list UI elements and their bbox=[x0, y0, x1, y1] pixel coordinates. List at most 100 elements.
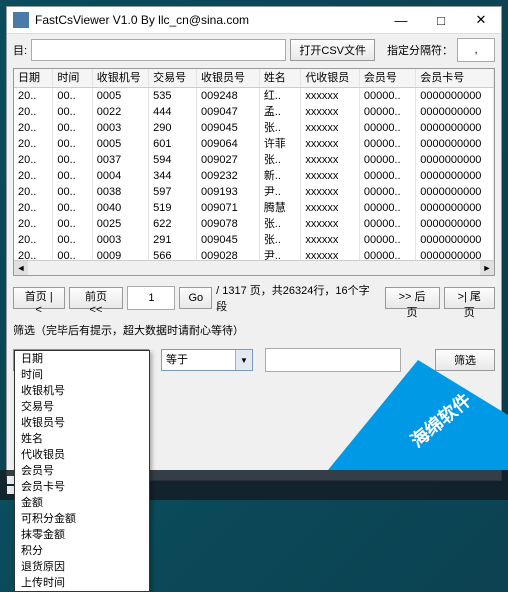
separator-input[interactable] bbox=[457, 38, 495, 62]
table-cell: 009232 bbox=[197, 168, 260, 184]
next-page-button[interactable]: >> 后页 bbox=[385, 287, 440, 309]
filter-operator-combo[interactable]: 等于 ▼ bbox=[161, 349, 253, 371]
filter-button[interactable]: 筛选 bbox=[435, 349, 495, 371]
first-page-button[interactable]: 首页 |< bbox=[13, 287, 65, 309]
last-page-button[interactable]: >| 尾页 bbox=[444, 287, 496, 309]
table-cell: 0025 bbox=[92, 216, 148, 232]
dropdown-item[interactable]: 收银机号 bbox=[15, 383, 149, 399]
watermark-text: 海绵软件 bbox=[404, 387, 476, 453]
column-header[interactable]: 代收银员 bbox=[301, 69, 360, 88]
window-controls: — □ ✕ bbox=[381, 7, 501, 33]
dropdown-item[interactable]: 退货原因 bbox=[15, 559, 149, 575]
table-cell: 0000000000 bbox=[416, 136, 494, 152]
scroll-right-arrow[interactable]: ► bbox=[480, 261, 494, 275]
table-row[interactable]: 20..00..0025622009078张..xxxxxx00000..000… bbox=[14, 216, 494, 232]
table-cell: 0038 bbox=[92, 184, 148, 200]
dropdown-item[interactable]: 姓名 bbox=[15, 431, 149, 447]
table-cell: 00.. bbox=[53, 216, 92, 232]
horizontal-scrollbar[interactable]: ◄ ► bbox=[14, 260, 494, 275]
filter-value-input[interactable] bbox=[265, 348, 401, 372]
table-cell: 20.. bbox=[14, 168, 53, 184]
table-cell: 622 bbox=[149, 216, 197, 232]
table-cell: 0022 bbox=[92, 104, 148, 120]
column-header[interactable]: 会员号 bbox=[359, 69, 415, 88]
table-cell: 009045 bbox=[197, 232, 260, 248]
dropdown-item[interactable]: 可积分金额 bbox=[15, 511, 149, 527]
maximize-button[interactable]: □ bbox=[421, 7, 461, 33]
table-cell: 00000.. bbox=[359, 152, 415, 168]
page-number-input[interactable] bbox=[127, 286, 175, 310]
table-cell: xxxxxx bbox=[301, 136, 360, 152]
table-cell: 20.. bbox=[14, 152, 53, 168]
table-cell: 00000.. bbox=[359, 88, 415, 105]
column-header[interactable]: 姓名 bbox=[259, 69, 301, 88]
table-cell: 00000.. bbox=[359, 104, 415, 120]
dropdown-item[interactable]: 抹零金额 bbox=[15, 527, 149, 543]
table-cell: 00.. bbox=[53, 184, 92, 200]
column-header[interactable]: 会员卡号 bbox=[416, 69, 494, 88]
table-row[interactable]: 20..00..0040519009071腾慧xxxxxx00000..0000… bbox=[14, 200, 494, 216]
table-cell: 20.. bbox=[14, 184, 53, 200]
table-cell: 0004 bbox=[92, 168, 148, 184]
scroll-left-arrow[interactable]: ◄ bbox=[14, 261, 28, 275]
separator-label: 指定分隔符： bbox=[387, 42, 453, 58]
page-info: / 1317 页，共26324行，16个字段 bbox=[216, 282, 376, 314]
table-cell: 20.. bbox=[14, 200, 53, 216]
dropdown-item[interactable]: 会员卡号 bbox=[15, 479, 149, 495]
table-row[interactable]: 20..00..0038597009193尹..xxxxxx00000..000… bbox=[14, 184, 494, 200]
titlebar: FastCsViewer V1.0 By llc_cn@sina.com — □… bbox=[7, 7, 501, 34]
table-row[interactable]: 20..00..0022444009047孟..xxxxxx00000..000… bbox=[14, 104, 494, 120]
table-row[interactable]: 20..00..0037594009027张..xxxxxx00000..000… bbox=[14, 152, 494, 168]
go-button[interactable]: Go bbox=[179, 287, 212, 309]
column-header[interactable]: 时间 bbox=[53, 69, 92, 88]
table-cell: 20.. bbox=[14, 88, 53, 105]
table-row[interactable]: 20..00..0004344009232新..xxxxxx00000..000… bbox=[14, 168, 494, 184]
table-cell: 0000000000 bbox=[416, 88, 494, 105]
table-cell: 00.. bbox=[53, 152, 92, 168]
table-cell: 594 bbox=[149, 152, 197, 168]
dropdown-item[interactable]: 积分 bbox=[15, 543, 149, 559]
table-cell: 009047 bbox=[197, 104, 260, 120]
table-cell: 张.. bbox=[259, 216, 301, 232]
close-button[interactable]: ✕ bbox=[461, 7, 501, 33]
column-header[interactable]: 日期 bbox=[14, 69, 53, 88]
table-row[interactable]: 20..00..0005601009064许菲xxxxxx00000..0000… bbox=[14, 136, 494, 152]
table-cell: 红.. bbox=[259, 88, 301, 105]
table-cell: 00000.. bbox=[359, 184, 415, 200]
open-csv-button[interactable]: 打开CSV文件 bbox=[290, 39, 375, 61]
table-cell: 00.. bbox=[53, 200, 92, 216]
prev-page-button[interactable]: 前页 << bbox=[69, 287, 124, 309]
column-header[interactable]: 收银员号 bbox=[197, 69, 260, 88]
dropdown-item[interactable]: 代收银员 bbox=[15, 447, 149, 463]
dropdown-item[interactable]: 时间 bbox=[15, 367, 149, 383]
table-cell: 孟.. bbox=[259, 104, 301, 120]
table-cell: 20.. bbox=[14, 120, 53, 136]
table-cell: 535 bbox=[149, 88, 197, 105]
table-cell: 00000.. bbox=[359, 232, 415, 248]
table-cell: 0003 bbox=[92, 232, 148, 248]
table-row[interactable]: 20..00..0003291009045张..xxxxxx00000..000… bbox=[14, 232, 494, 248]
table-row[interactable]: 20..00..0003290009045张..xxxxxx00000..000… bbox=[14, 120, 494, 136]
dropdown-item[interactable]: 收银员号 bbox=[15, 415, 149, 431]
filter-field-dropdown[interactable]: 日期时间收银机号交易号收银员号姓名代收银员会员号会员卡号金额可积分金额抹零金额积… bbox=[14, 350, 150, 592]
table-row[interactable]: 20..00..0005535009248红..xxxxxx00000..000… bbox=[14, 88, 494, 105]
table-cell: 20.. bbox=[14, 136, 53, 152]
dropdown-item[interactable]: 交易号 bbox=[15, 399, 149, 415]
table-cell: 444 bbox=[149, 104, 197, 120]
pagination: 首页 |< 前页 << Go / 1317 页，共26324行，16个字段 >>… bbox=[7, 276, 501, 320]
column-header[interactable]: 收银机号 bbox=[92, 69, 148, 88]
table-cell: 00.. bbox=[53, 168, 92, 184]
dropdown-item[interactable]: 上传时间 bbox=[15, 575, 149, 591]
table-cell: 00000.. bbox=[359, 200, 415, 216]
table-cell: 0000000000 bbox=[416, 232, 494, 248]
dropdown-item[interactable]: 日期 bbox=[15, 351, 149, 367]
table-cell: 00000.. bbox=[359, 168, 415, 184]
dropdown-item[interactable]: 会员号 bbox=[15, 463, 149, 479]
filter-hint: 筛选（完毕后有提示，超大数据时请耐心等待） bbox=[7, 320, 501, 344]
table-cell: 20.. bbox=[14, 104, 53, 120]
dropdown-item[interactable]: 金额 bbox=[15, 495, 149, 511]
minimize-button[interactable]: — bbox=[381, 7, 421, 33]
table-cell: 0000000000 bbox=[416, 168, 494, 184]
column-header[interactable]: 交易号 bbox=[149, 69, 197, 88]
file-path-input[interactable] bbox=[31, 39, 286, 61]
